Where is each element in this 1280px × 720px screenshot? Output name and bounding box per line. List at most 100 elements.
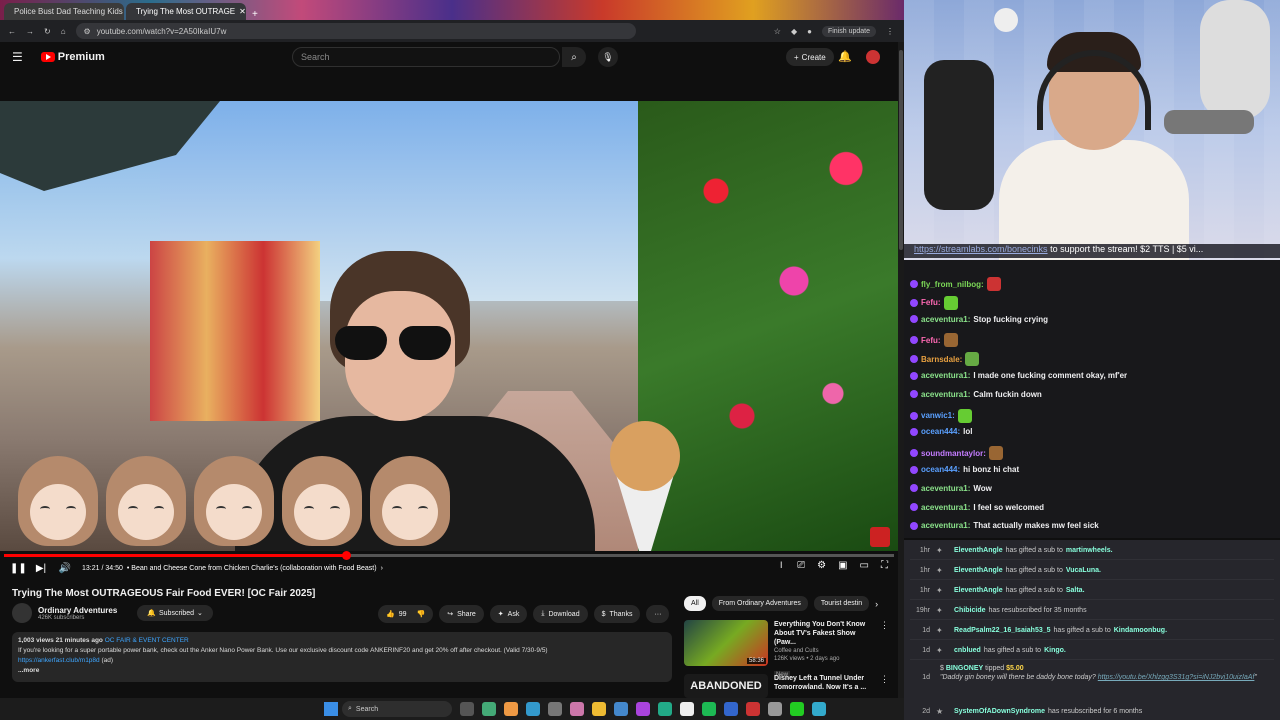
video-player[interactable] <box>0 101 898 551</box>
chat-username[interactable]: aceventura1: <box>921 521 970 530</box>
search-icon[interactable]: ⌕ <box>562 47 586 67</box>
chapter-title[interactable]: • Bean and Cheese Cone from Chicken Char… <box>127 565 377 572</box>
app-icon[interactable] <box>570 702 584 716</box>
chat-username[interactable]: vanwic1: <box>921 411 955 420</box>
notifications-bell-icon[interactable]: 🔔 <box>838 50 852 63</box>
chat-username[interactable]: ocean444: <box>921 427 960 436</box>
tip-link[interactable]: https://youtu.be/Xhlzgg3S31g?si=iNJ2bvj1… <box>1098 674 1255 681</box>
ticker-link[interactable]: https://streamlabs.com/bonecinks <box>914 244 1048 254</box>
finish-update-button[interactable]: Finish update <box>821 25 876 37</box>
theater-mode-icon[interactable]: ▭ <box>860 560 869 571</box>
description-box[interactable]: 1,003 views 21 minutes ago OC FAIR & EVE… <box>12 632 672 682</box>
microphone-icon[interactable]: 🎙 <box>598 47 618 67</box>
app-icon[interactable] <box>790 702 804 716</box>
recommendation-title[interactable]: Disney Left a Tunnel Under Tomorrowland.… <box>774 674 874 692</box>
spotify-icon[interactable] <box>702 702 716 716</box>
thanks-button[interactable]: $ Thanks <box>593 605 641 623</box>
captions-icon[interactable]: ⎚ <box>797 560 805 571</box>
app-icon[interactable] <box>526 702 540 716</box>
chrome-icon[interactable] <box>504 702 518 716</box>
bookmark-star-icon[interactable]: ☆ <box>774 27 781 36</box>
recommendation-channel[interactable]: Coffee and Cults <box>774 647 874 655</box>
task-view-icon[interactable] <box>460 702 474 716</box>
browser-tab-active[interactable]: Trying The Most OUTRAGE ✕ <box>126 3 246 20</box>
chevron-right-icon[interactable]: › <box>875 599 878 609</box>
chat-username[interactable]: aceventura1: <box>921 484 970 493</box>
thumbs-down-icon[interactable]: 👎 <box>417 610 426 618</box>
chat-username[interactable]: aceventura1: <box>921 390 970 399</box>
close-tab-icon[interactable]: ✕ <box>239 7 246 16</box>
miniplayer-icon[interactable]: ▣ <box>838 560 847 571</box>
app-icon[interactable] <box>636 702 650 716</box>
video-thumbnail[interactable]: 58:36 <box>684 620 768 666</box>
app-icon[interactable] <box>680 702 694 716</box>
extensions-icon[interactable]: ◆ <box>791 27 797 36</box>
chat-username[interactable]: ocean444: <box>921 465 960 474</box>
settings-gear-icon[interactable]: ⚙ <box>817 560 826 571</box>
recommendation-title[interactable]: Everything You Don't Know About TV's Fak… <box>774 620 874 647</box>
download-button[interactable]: ⤓ Download <box>533 605 588 623</box>
new-tab-icon[interactable]: + <box>252 9 258 20</box>
channel-name[interactable]: Ordinary Adventures <box>38 606 117 615</box>
recommendation-item[interactable]: 58:36 Everything You Don't Know About TV… <box>684 620 894 681</box>
chat-username[interactable]: aceventura1: <box>921 371 970 380</box>
like-button[interactable]: 👍 99 👎 <box>378 605 434 623</box>
app-icon[interactable] <box>746 702 760 716</box>
windows-start-icon[interactable] <box>324 702 338 716</box>
location-tag[interactable]: OC FAIR & EVENT CENTER <box>105 637 189 644</box>
video-thumbnail[interactable]: ABANDONED <box>684 674 768 698</box>
subscribed-button[interactable]: 🔔 Subscribed ⌄ <box>137 605 213 621</box>
youtube-logo[interactable]: Premium <box>40 51 105 63</box>
autoplay-toggle-icon[interactable]: ⏽ <box>777 560 785 571</box>
back-icon[interactable]: ← <box>8 27 16 36</box>
menu-kebab-icon[interactable]: ⋮ <box>886 27 894 36</box>
volume-icon[interactable]: 🔊 <box>58 563 72 574</box>
ask-button[interactable]: ✦ Ask <box>489 605 528 623</box>
hamburger-menu-icon[interactable]: ☰ <box>12 50 23 64</box>
search-input[interactable]: Search <box>292 47 560 67</box>
chip-tourist[interactable]: Tourist destin <box>813 596 870 611</box>
browser-tab[interactable]: Police Bust Dad Teaching Kids✕ <box>4 3 124 20</box>
app-icon[interactable] <box>614 702 628 716</box>
app-icon[interactable] <box>482 702 496 716</box>
url-field[interactable]: ⚙ youtube.com/watch?v=2A50IkaIU7w <box>75 23 636 39</box>
reload-icon[interactable]: ↻ <box>44 27 51 36</box>
app-icon[interactable] <box>548 702 562 716</box>
more-actions-button[interactable]: ··· <box>646 605 670 623</box>
chat-username[interactable]: Barnsdale: <box>921 355 962 364</box>
create-button[interactable]: + Create <box>786 48 834 66</box>
folder-icon[interactable] <box>592 702 606 716</box>
pause-icon[interactable]: ❚❚ <box>10 563 27 574</box>
chat-username[interactable]: aceventura1: <box>921 503 970 512</box>
site-info-icon[interactable]: ⚙ <box>84 27 91 36</box>
chat-username[interactable]: Fefu: <box>921 298 941 307</box>
forward-icon[interactable]: → <box>26 27 34 36</box>
chat-username[interactable]: fly_from_nilbog: <box>921 280 984 289</box>
app-icon[interactable] <box>768 702 782 716</box>
subscribe-watermark-icon[interactable] <box>870 527 890 547</box>
chip-from-channel[interactable]: From Ordinary Adventures <box>711 596 808 611</box>
profile-icon[interactable]: ● <box>807 27 812 36</box>
app-icon[interactable] <box>812 702 826 716</box>
more-options-icon[interactable]: ⋮ <box>880 674 889 698</box>
app-icon[interactable] <box>658 702 672 716</box>
channel-avatar[interactable] <box>12 603 32 623</box>
share-button[interactable]: ↪ Share <box>439 605 484 623</box>
chat-username[interactable]: soundmantaylor: <box>921 449 986 458</box>
description-link[interactable]: https://ankerfast.club/m1p8d <box>18 657 100 664</box>
video-progress-bar[interactable] <box>4 551 894 560</box>
avatar[interactable] <box>866 50 880 64</box>
fullscreen-icon[interactable]: ⛶ <box>881 560 888 571</box>
more-options-icon[interactable]: ⋮ <box>880 620 889 681</box>
show-more-link[interactable]: ...more <box>18 666 666 676</box>
scrollbar-thumb[interactable] <box>899 50 903 250</box>
next-icon[interactable]: ▶| <box>34 563 48 574</box>
chat-username[interactable]: aceventura1: <box>921 315 970 324</box>
chat-username[interactable]: Fefu: <box>921 336 941 345</box>
recommendation-item[interactable]: ABANDONED Disney Left a Tunnel Under Tom… <box>684 674 894 698</box>
chapter-chevron-icon[interactable]: › <box>381 565 383 572</box>
chip-all[interactable]: All <box>684 596 706 611</box>
app-icon[interactable] <box>724 702 738 716</box>
taskbar-search[interactable]: ⌕ Search <box>342 701 452 717</box>
home-icon[interactable]: ⌂ <box>61 27 66 36</box>
